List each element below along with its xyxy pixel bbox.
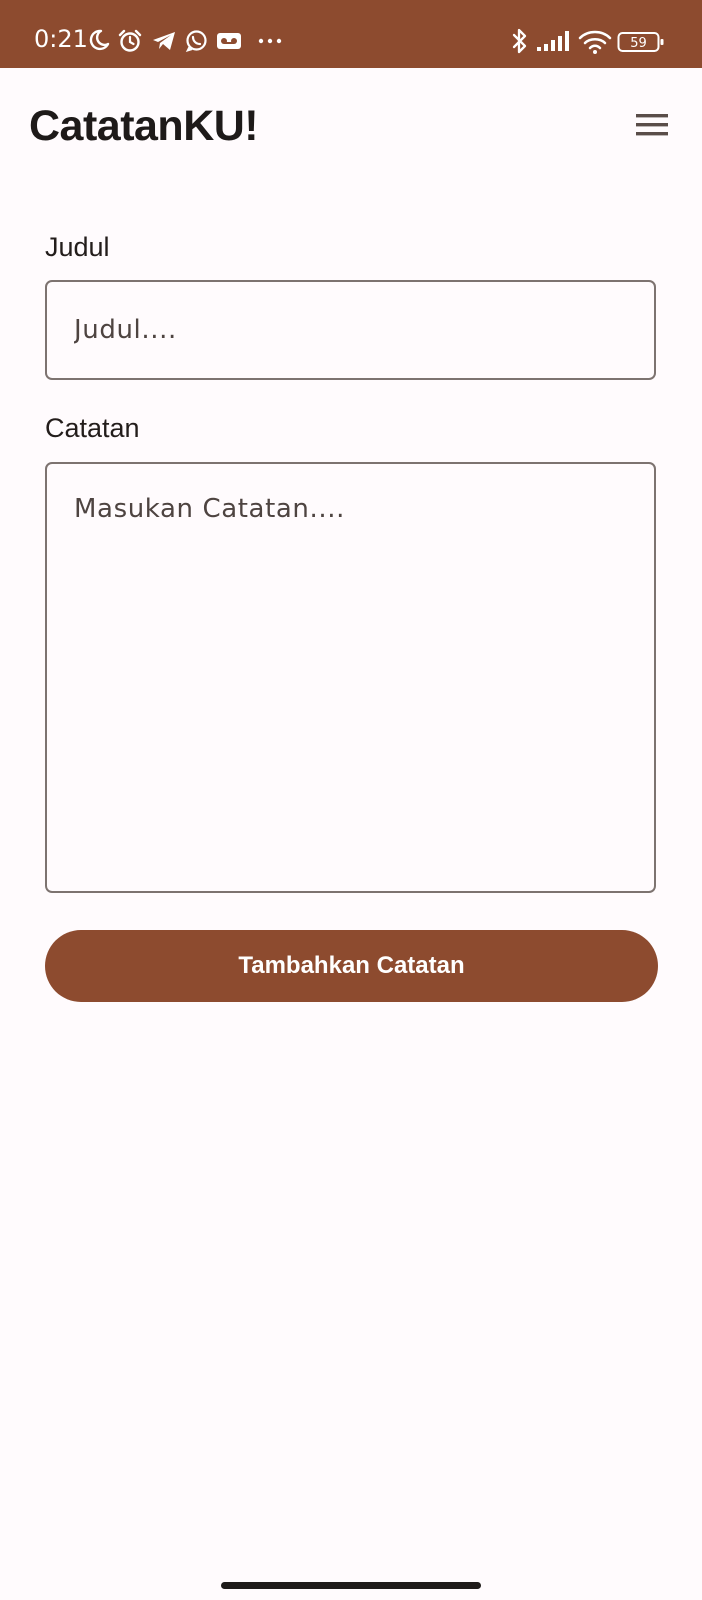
home-indicator[interactable]	[221, 1582, 481, 1589]
add-note-button[interactable]: Tambahkan Catatan	[45, 930, 658, 1002]
signal-icon	[537, 31, 569, 51]
menu-button[interactable]	[622, 108, 670, 144]
hamburger-menu-icon	[636, 114, 668, 136]
status-time: 0:21	[34, 25, 88, 53]
more-dots-icon	[258, 38, 282, 44]
title-label: Judul	[45, 232, 110, 262]
note-label: Catatan	[45, 413, 140, 443]
battery-level-text: 59	[630, 36, 647, 51]
title-input[interactable]	[45, 280, 656, 380]
wifi-icon	[578, 30, 612, 54]
app-title: CatatanKU!	[29, 102, 259, 150]
moon-icon	[89, 29, 110, 51]
note-textarea[interactable]	[45, 462, 656, 893]
voicemail-icon	[217, 33, 241, 49]
bluetooth-icon	[512, 28, 527, 54]
alarm-icon	[118, 29, 142, 52]
battery-icon: 59	[617, 32, 664, 52]
telegram-icon	[153, 32, 175, 50]
whatsapp-icon	[185, 30, 207, 52]
status-bar: 0:21 59	[0, 0, 702, 68]
